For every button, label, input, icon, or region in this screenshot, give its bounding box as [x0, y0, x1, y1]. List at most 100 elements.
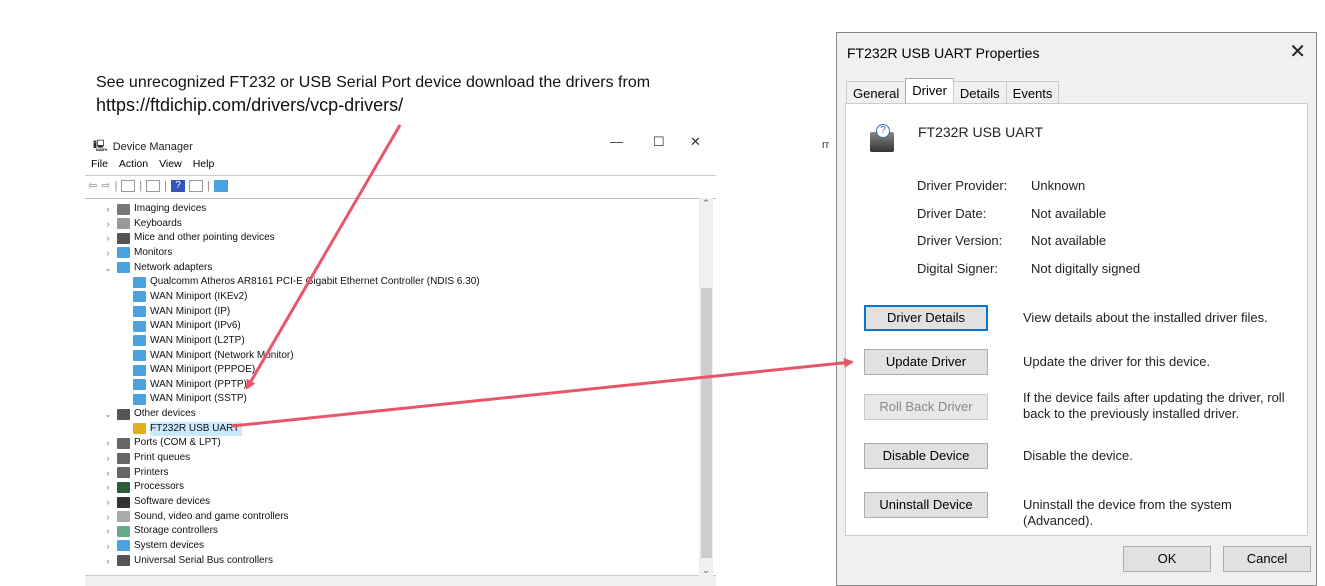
- roll-back-driver-button[interactable]: Roll Back Driver: [864, 394, 988, 420]
- tree-category-item[interactable]: › Imaging devices: [103, 202, 206, 216]
- tree-category-item[interactable]: › Storage controllers: [103, 524, 218, 538]
- scroll-down-icon[interactable]: ⌄: [699, 565, 713, 576]
- tree-item-label: WAN Miniport (PPPOE): [150, 364, 256, 376]
- scan-monitor-icon[interactable]: [213, 179, 228, 192]
- network-icon: [133, 276, 146, 288]
- status-bar: [85, 576, 716, 586]
- tree-device-item[interactable]: FT232R USB UART: [133, 421, 243, 436]
- tree-device-item[interactable]: Qualcomm Atheros AR8161 PCI-E Gigabit Et…: [133, 275, 480, 289]
- forward-icon[interactable]: ⇨: [101, 179, 110, 192]
- warning-device-icon: [133, 423, 146, 435]
- menu-view[interactable]: View: [159, 158, 182, 170]
- scrollbar-thumb[interactable]: [701, 288, 712, 558]
- tree-item-label: Network adapters: [134, 261, 213, 273]
- tree-item-label: WAN Miniport (PPTP): [150, 378, 247, 390]
- chevron-right-icon[interactable]: ›: [103, 539, 113, 553]
- tree-device-item[interactable]: WAN Miniport (SSTP): [133, 392, 247, 406]
- chevron-right-icon[interactable]: ›: [103, 217, 113, 231]
- driver-details-button[interactable]: Driver Details: [864, 305, 988, 331]
- tree-device-item[interactable]: WAN Miniport (PPPOE): [133, 363, 255, 377]
- tab-driver[interactable]: Driver: [905, 78, 954, 104]
- menu-help[interactable]: Help: [193, 158, 215, 170]
- tree-device-item[interactable]: WAN Miniport (L2TP): [133, 334, 245, 348]
- chevron-right-icon[interactable]: ›: [103, 480, 113, 494]
- property-value: Unknown: [1031, 178, 1086, 193]
- tab-details[interactable]: Details: [952, 81, 1007, 104]
- unknown-device-icon: ?: [868, 122, 896, 154]
- disable-device-button[interactable]: Disable Device: [864, 443, 988, 469]
- chevron-right-icon[interactable]: ›: [103, 554, 113, 568]
- network-icon: [117, 262, 130, 274]
- tree-item-label: Qualcomm Atheros AR8161 PCI-E Gigabit Et…: [150, 276, 480, 288]
- menu-action[interactable]: Action: [119, 158, 148, 170]
- back-icon[interactable]: ⇦: [88, 179, 97, 192]
- tree-category-item[interactable]: ⌄ Network adapters: [103, 261, 212, 275]
- tree-category-item[interactable]: › Print queues: [103, 451, 190, 465]
- tree-category-item[interactable]: › Monitors: [103, 246, 172, 260]
- tree-item-label: Keyboards: [134, 217, 182, 229]
- chevron-down-icon[interactable]: ⌄: [103, 407, 113, 421]
- dialog-close-button[interactable]: ✕: [1289, 39, 1306, 64]
- tab-general[interactable]: General: [846, 81, 907, 104]
- uninstall-device-button[interactable]: Uninstall Device: [864, 492, 988, 518]
- port-icon: [117, 437, 130, 449]
- tree-device-item[interactable]: WAN Miniport (PPTP): [133, 378, 247, 392]
- minimize-button[interactable]: —: [610, 134, 623, 149]
- tree-category-item[interactable]: › Processors: [103, 480, 184, 494]
- chevron-right-icon[interactable]: ›: [103, 202, 113, 216]
- chevron-right-icon[interactable]: ›: [103, 451, 113, 465]
- tree-item-label: System devices: [134, 539, 205, 551]
- tree-category-item[interactable]: › Printers: [103, 466, 168, 480]
- tab-events[interactable]: Events: [1005, 81, 1060, 104]
- tree-category-item[interactable]: › Software devices: [103, 495, 210, 509]
- tree-item-label: Other devices: [134, 408, 196, 420]
- tree-item-label: Processors: [134, 481, 185, 493]
- tree-category-item[interactable]: › Mice and other pointing devices: [103, 231, 275, 245]
- network-icon: [133, 364, 146, 376]
- device-tree: › Imaging devices › Keyboards › Mice and othe…: [85, 198, 716, 576]
- tree-category-item[interactable]: › Sound, video and game controllers: [103, 510, 289, 524]
- tree-category-item[interactable]: › Keyboards: [103, 217, 182, 231]
- tree-device-item[interactable]: WAN Miniport (Network Monitor): [133, 349, 294, 363]
- ok-button[interactable]: OK: [1123, 546, 1211, 572]
- properties-icon[interactable]: [121, 179, 136, 192]
- menu-file[interactable]: File: [91, 158, 108, 170]
- chevron-right-icon[interactable]: ›: [103, 510, 113, 524]
- dialog-title: FT232R USB UART Properties: [847, 45, 1040, 61]
- chevron-right-icon[interactable]: ›: [103, 495, 113, 509]
- tree-device-item[interactable]: WAN Miniport (IP): [133, 305, 230, 319]
- chevron-down-icon[interactable]: ⌄: [103, 261, 113, 275]
- cancel-button[interactable]: Cancel: [1223, 546, 1311, 572]
- scroll-up-icon[interactable]: ⌃: [699, 198, 713, 209]
- storage-icon: [117, 525, 130, 537]
- chevron-right-icon[interactable]: ›: [103, 524, 113, 538]
- tree-device-item[interactable]: WAN Miniport (IKEv2): [133, 290, 247, 304]
- unknown-device-icon: [117, 408, 130, 420]
- tree-item-label: WAN Miniport (IKEv2): [150, 290, 248, 302]
- tree-item-label: Print queues: [134, 452, 191, 464]
- usb-icon: [117, 555, 130, 567]
- chevron-right-icon[interactable]: ›: [103, 466, 113, 480]
- chevron-right-icon[interactable]: ›: [103, 231, 113, 245]
- action-description: If the device fails after updating the d…: [1023, 390, 1285, 421]
- tree-category-item[interactable]: › Ports (COM & LPT): [103, 436, 221, 450]
- maximize-button[interactable]: ☐: [653, 134, 665, 150]
- update-icon[interactable]: [189, 179, 204, 192]
- chevron-right-icon[interactable]: ›: [103, 246, 113, 260]
- device-name: FT232R USB UART: [918, 124, 1043, 140]
- help-icon[interactable]: ?: [171, 179, 186, 192]
- property-label: Driver Date:: [917, 205, 987, 221]
- window-title: 🖳 Device Manager: [93, 137, 193, 156]
- list-icon[interactable]: [146, 179, 161, 192]
- tree-item-label: Sound, video and game controllers: [134, 510, 289, 522]
- tree-device-item[interactable]: WAN Miniport (IPv6): [133, 319, 241, 333]
- tree-category-item[interactable]: › System devices: [103, 539, 204, 553]
- tree-category-item[interactable]: ⌄ Other devices: [103, 407, 196, 421]
- update-driver-button[interactable]: Update Driver: [864, 349, 988, 375]
- action-description: View details about the installed driver …: [1023, 310, 1268, 325]
- tree-item-label: WAN Miniport (SSTP): [150, 393, 247, 405]
- chevron-right-icon[interactable]: ›: [103, 436, 113, 450]
- tree-item-label: WAN Miniport (IPv6): [150, 320, 241, 332]
- tree-category-item[interactable]: › Universal Serial Bus controllers: [103, 554, 273, 568]
- close-button[interactable]: ✕: [690, 134, 701, 150]
